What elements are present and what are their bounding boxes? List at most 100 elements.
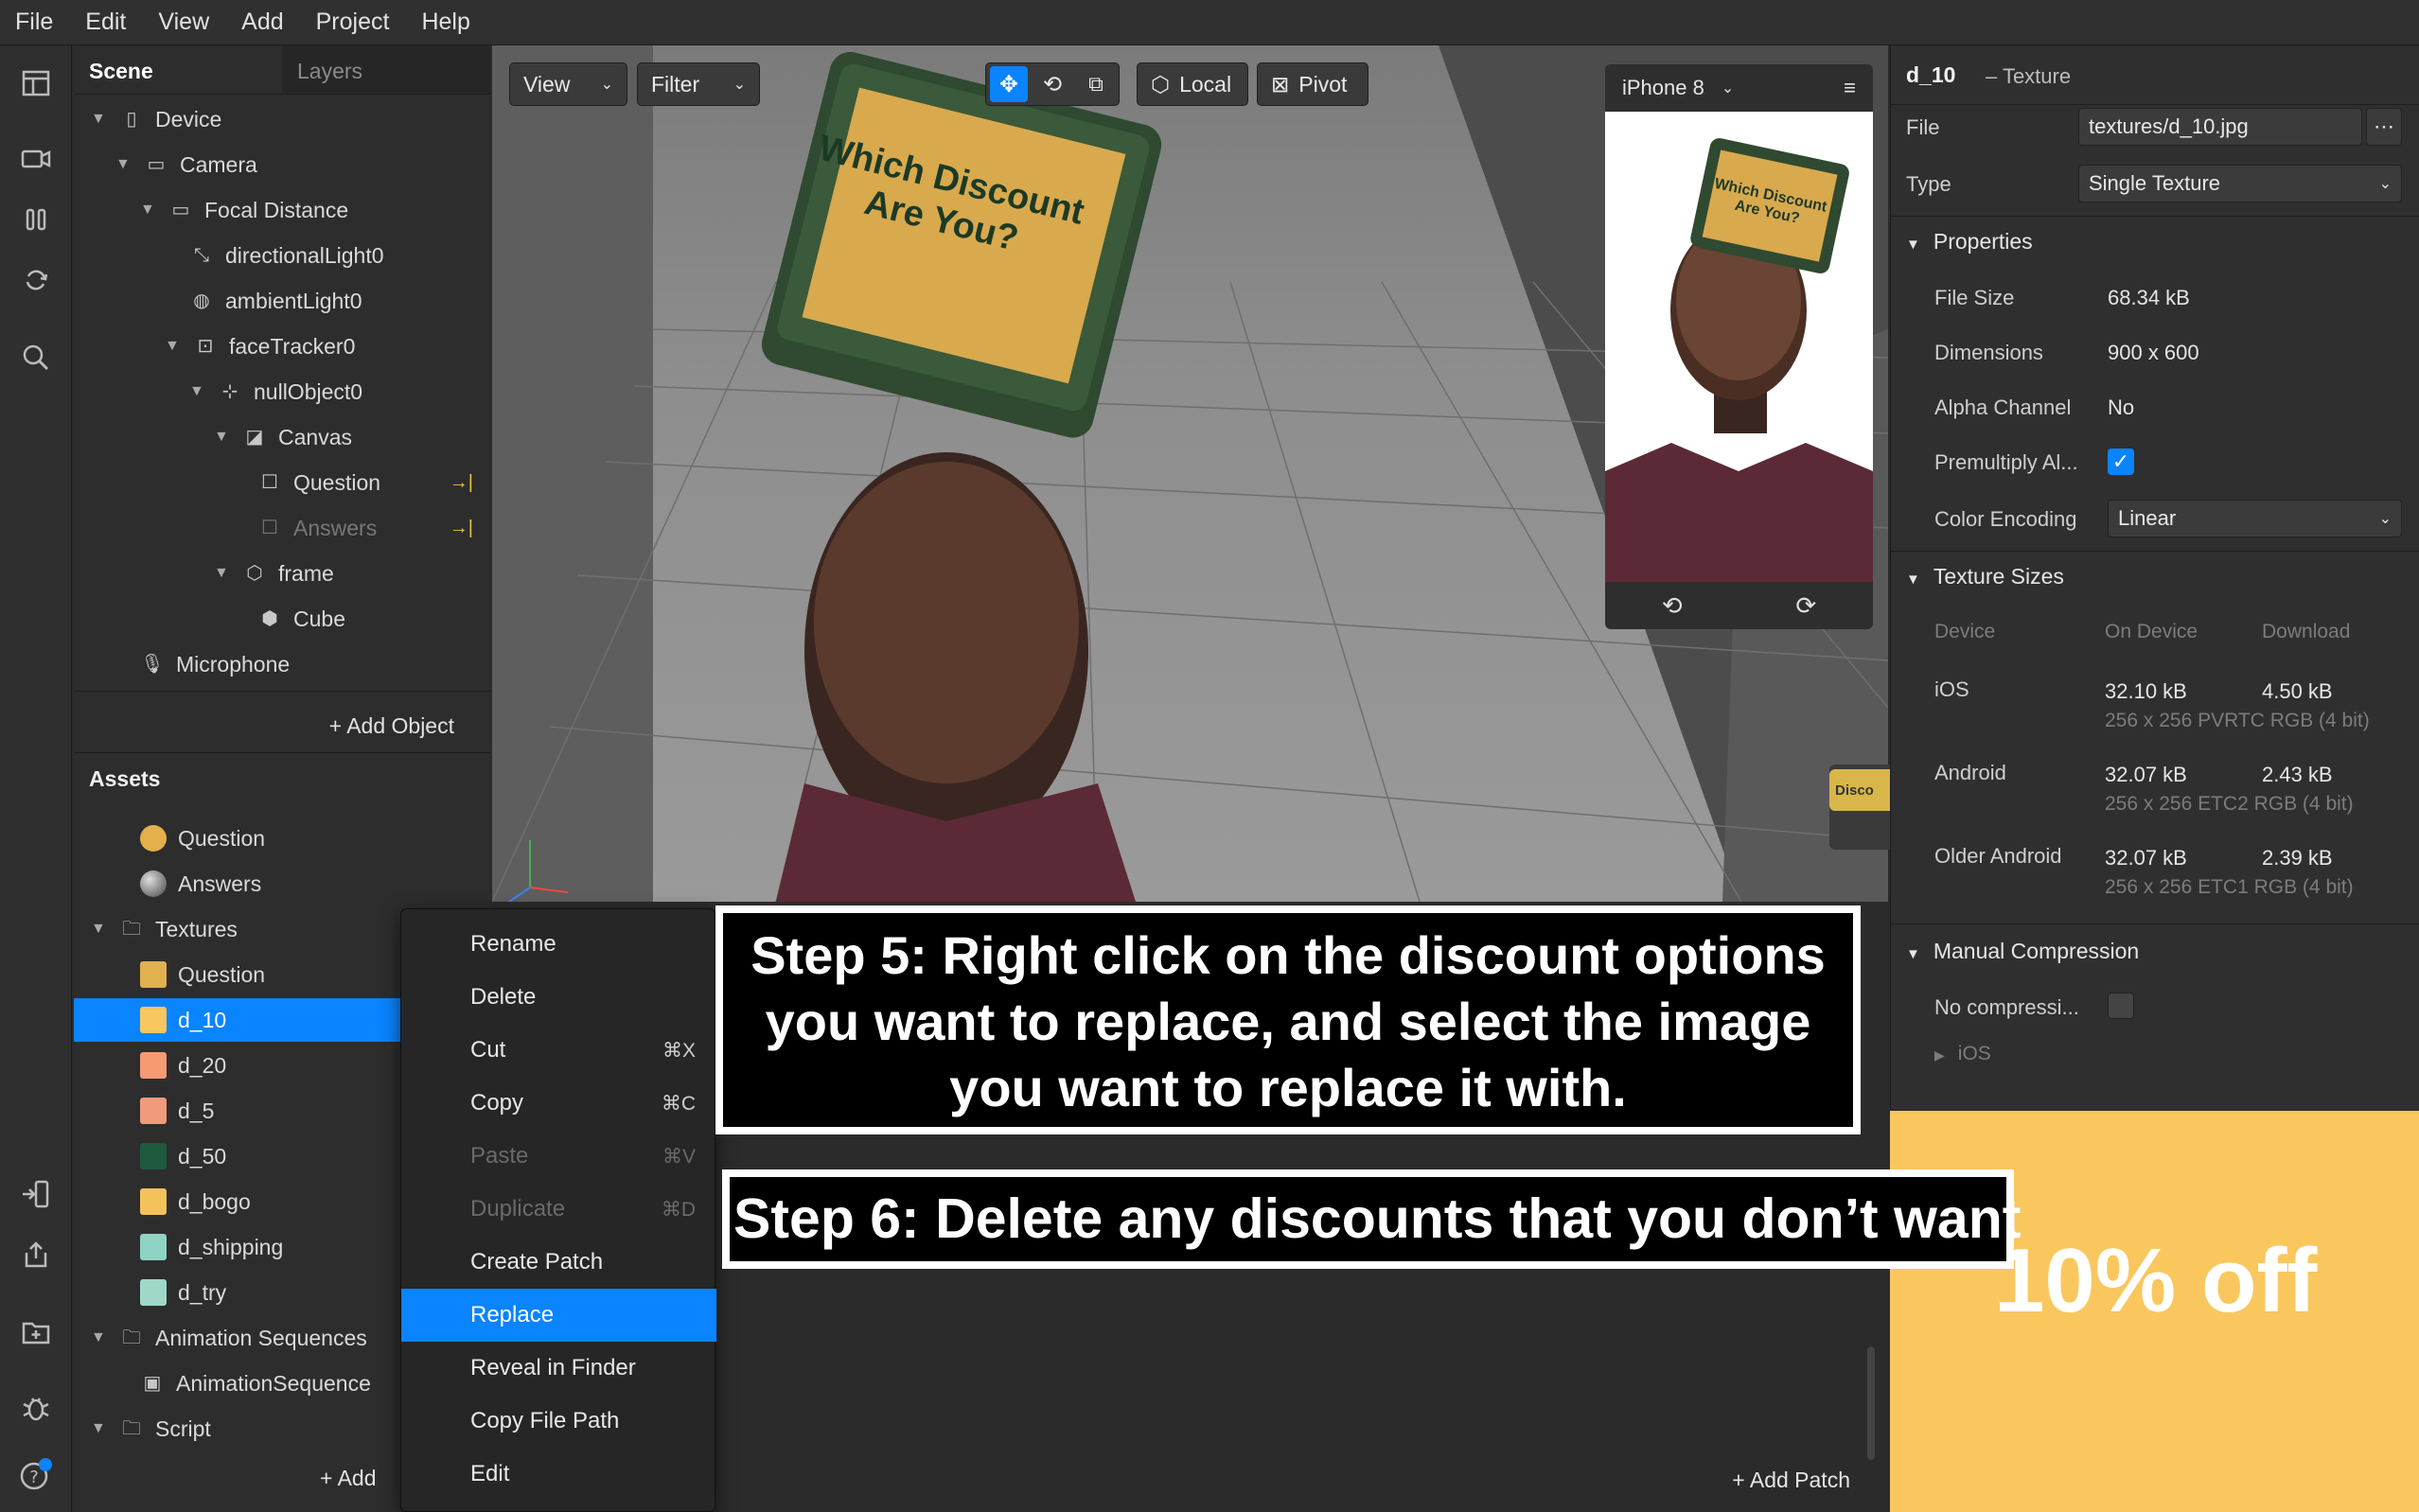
tree-item-canvas[interactable]: ▼ ◪ Canvas (214, 415, 352, 459)
tree-item-device[interactable]: ▼ ▯ Device (91, 97, 221, 141)
context-menu: Rename Delete Cut ⌘X Copy ⌘C Paste ⌘V Dupli… (400, 908, 716, 1512)
add-object-button[interactable]: + Add Object (329, 713, 454, 739)
rotate-device-icon[interactable]: ⟳ (1795, 591, 1816, 621)
asset-label: Answers (178, 870, 262, 896)
chevron-down-icon[interactable]: ▼ (115, 156, 131, 173)
menu-help[interactable]: Help (421, 9, 469, 36)
asset-folder-script[interactable]: ▼ 🗀 Script (91, 1407, 211, 1450)
tree-item-question[interactable]: ☐ Question →| (257, 461, 490, 504)
move-icon[interactable]: ✥ (990, 66, 1028, 102)
scale-icon[interactable]: ⧉ (1077, 72, 1115, 97)
chevron-down-icon[interactable]: ▼ (165, 338, 180, 355)
more-icon[interactable]: ⋯ (2366, 108, 2402, 146)
tree-item-focal-distance[interactable]: ▼ ▭ Focal Distance (140, 188, 348, 232)
premultiply-checkbox[interactable]: ✓ (2108, 448, 2134, 475)
tree-item-microphone[interactable]: 🎙 Microphone (140, 642, 290, 686)
discount-node-partial[interactable]: Disco (1829, 769, 1890, 811)
help-icon[interactable]: ? (17, 1457, 55, 1495)
menu-cut[interactable]: Cut ⌘X (401, 1024, 716, 1077)
properties-section[interactable]: ▼ Properties (1906, 229, 2033, 255)
menu-replace[interactable]: Replace (401, 1289, 716, 1342)
asset-item-question-texture[interactable]: Question (140, 953, 265, 996)
chevron-down-icon[interactable]: ▼ (91, 111, 106, 128)
asset-folder-animation-sequences[interactable]: ▼ 🗀 Animation Sequences (91, 1316, 367, 1360)
chevron-down-icon[interactable]: ▼ (214, 429, 229, 446)
chevron-down-icon[interactable]: ▼ (91, 921, 106, 938)
no-compression-checkbox[interactable] (2108, 993, 2134, 1019)
asset-item-question[interactable]: Question (140, 817, 265, 860)
search-icon[interactable] (17, 343, 55, 380)
tab-scene[interactable]: Scene (74, 45, 282, 94)
linked-icon[interactable]: →| (450, 518, 473, 539)
menu-project[interactable]: Project (316, 9, 390, 36)
tab-layers[interactable]: Layers (282, 45, 490, 94)
asset-folder-textures[interactable]: ▼ 🗀 Textures (91, 907, 238, 951)
tree-item-answers[interactable]: ☐ Answers →| (257, 506, 490, 550)
menu-copy-file-path[interactable]: Copy File Path (401, 1395, 716, 1448)
chevron-down-icon[interactable]: ▼ (91, 1329, 106, 1346)
texture-preview-text: 10% off (1994, 1230, 2318, 1331)
asset-item-d-50[interactable]: d_50 (140, 1134, 226, 1178)
menu-delete[interactable]: Delete (401, 971, 716, 1024)
share-icon[interactable] (17, 1239, 55, 1277)
asset-item-d-10[interactable]: d_10 (74, 998, 400, 1042)
manual-compression-section[interactable]: ▼ Manual Compression (1906, 939, 2139, 964)
tree-item-frame[interactable]: ▼ ⬡ frame (214, 552, 334, 595)
filter-dropdown[interactable]: Filter ⌄ (637, 62, 760, 106)
add-asset-button[interactable]: + Add (320, 1466, 377, 1491)
menu-rename[interactable]: Rename (401, 918, 716, 971)
asset-item-d-shipping[interactable]: d_shipping (140, 1225, 283, 1269)
chevron-down-icon[interactable]: ▼ (189, 383, 204, 400)
chevron-down-icon: ▼ (1906, 946, 1920, 962)
linked-icon[interactable]: →| (450, 472, 473, 494)
asset-item-answers[interactable]: Answers (140, 862, 261, 905)
view-dropdown[interactable]: View ⌄ (509, 62, 627, 106)
menu-file[interactable]: File (15, 9, 53, 36)
asset-item-animation-sequence[interactable]: ▣ AnimationSequence (140, 1362, 371, 1405)
chevron-down-icon[interactable]: ▼ (91, 1420, 106, 1437)
tree-item-directional-light[interactable]: ⤡ directionalLight0 (189, 234, 384, 277)
device-login-icon[interactable] (17, 1179, 55, 1217)
size-row-detail: 256 x 256 PVRTC RGB (4 bit) (2105, 710, 2370, 731)
asset-item-d-20[interactable]: d_20 (140, 1044, 226, 1087)
pause-icon[interactable] (17, 204, 55, 242)
asset-item-d-bogo[interactable]: d_bogo (140, 1180, 251, 1223)
menu-copy[interactable]: Copy ⌘C (401, 1077, 716, 1130)
rotate-icon[interactable]: ⟲ (1033, 71, 1071, 98)
tree-item-cube[interactable]: ⬢ Cube (257, 597, 345, 641)
pivot-toggle[interactable]: ⊠ Pivot (1257, 62, 1368, 106)
local-toggle[interactable]: ⬡ Local (1137, 62, 1248, 106)
texture-thumbnail (140, 961, 167, 988)
menu-create-patch[interactable]: Create Patch (401, 1236, 716, 1289)
menu-edit[interactable]: Edit (85, 9, 126, 36)
tree-item-ambient-light[interactable]: ◍ ambientLight0 (189, 279, 362, 323)
flip-camera-icon[interactable]: ⟲ (1662, 591, 1683, 621)
texture-sizes-section[interactable]: ▼ Texture Sizes (1906, 564, 2064, 589)
refresh-icon[interactable] (17, 265, 55, 303)
tree-item-null-object[interactable]: ▼ ⊹ nullObject0 (189, 370, 362, 413)
ios-compression-row[interactable]: ▶ iOS (1934, 1043, 1991, 1064)
texture-thumbnail (140, 1188, 167, 1215)
patch-scrollbar[interactable] (1867, 1346, 1875, 1460)
chevron-down-icon[interactable]: ▼ (140, 202, 155, 219)
menu-shortcut: ⌘X (662, 1039, 696, 1062)
add-patch-button[interactable]: + Add Patch (1732, 1468, 1850, 1493)
chevron-down-icon[interactable]: ▼ (214, 565, 229, 582)
file-field[interactable]: textures/d_10.jpg (2078, 108, 2362, 146)
device-selector[interactable]: iPhone 8 ⌄ ≡ (1605, 64, 1873, 112)
encoding-select[interactable]: Linear ⌄ (2108, 500, 2402, 537)
menu-reveal-in-finder[interactable]: Reveal in Finder (401, 1342, 716, 1395)
layout-icon[interactable] (17, 68, 55, 106)
asset-item-d-5[interactable]: d_5 (140, 1089, 214, 1133)
menu-add[interactable]: Add (241, 9, 283, 36)
tree-item-face-tracker[interactable]: ▼ ⊡ faceTracker0 (165, 325, 355, 368)
video-icon[interactable] (17, 144, 55, 182)
menu-edit[interactable]: Edit (401, 1448, 716, 1501)
add-folder-icon[interactable] (17, 1317, 55, 1355)
menu-icon[interactable]: ≡ (1844, 76, 1856, 100)
menu-view[interactable]: View (158, 9, 209, 36)
type-select[interactable]: Single Texture ⌄ (2078, 165, 2402, 202)
tree-item-camera[interactable]: ▼ ▭ Camera (115, 143, 257, 186)
bug-icon[interactable] (17, 1393, 55, 1431)
asset-item-d-try[interactable]: d_try (140, 1271, 226, 1314)
